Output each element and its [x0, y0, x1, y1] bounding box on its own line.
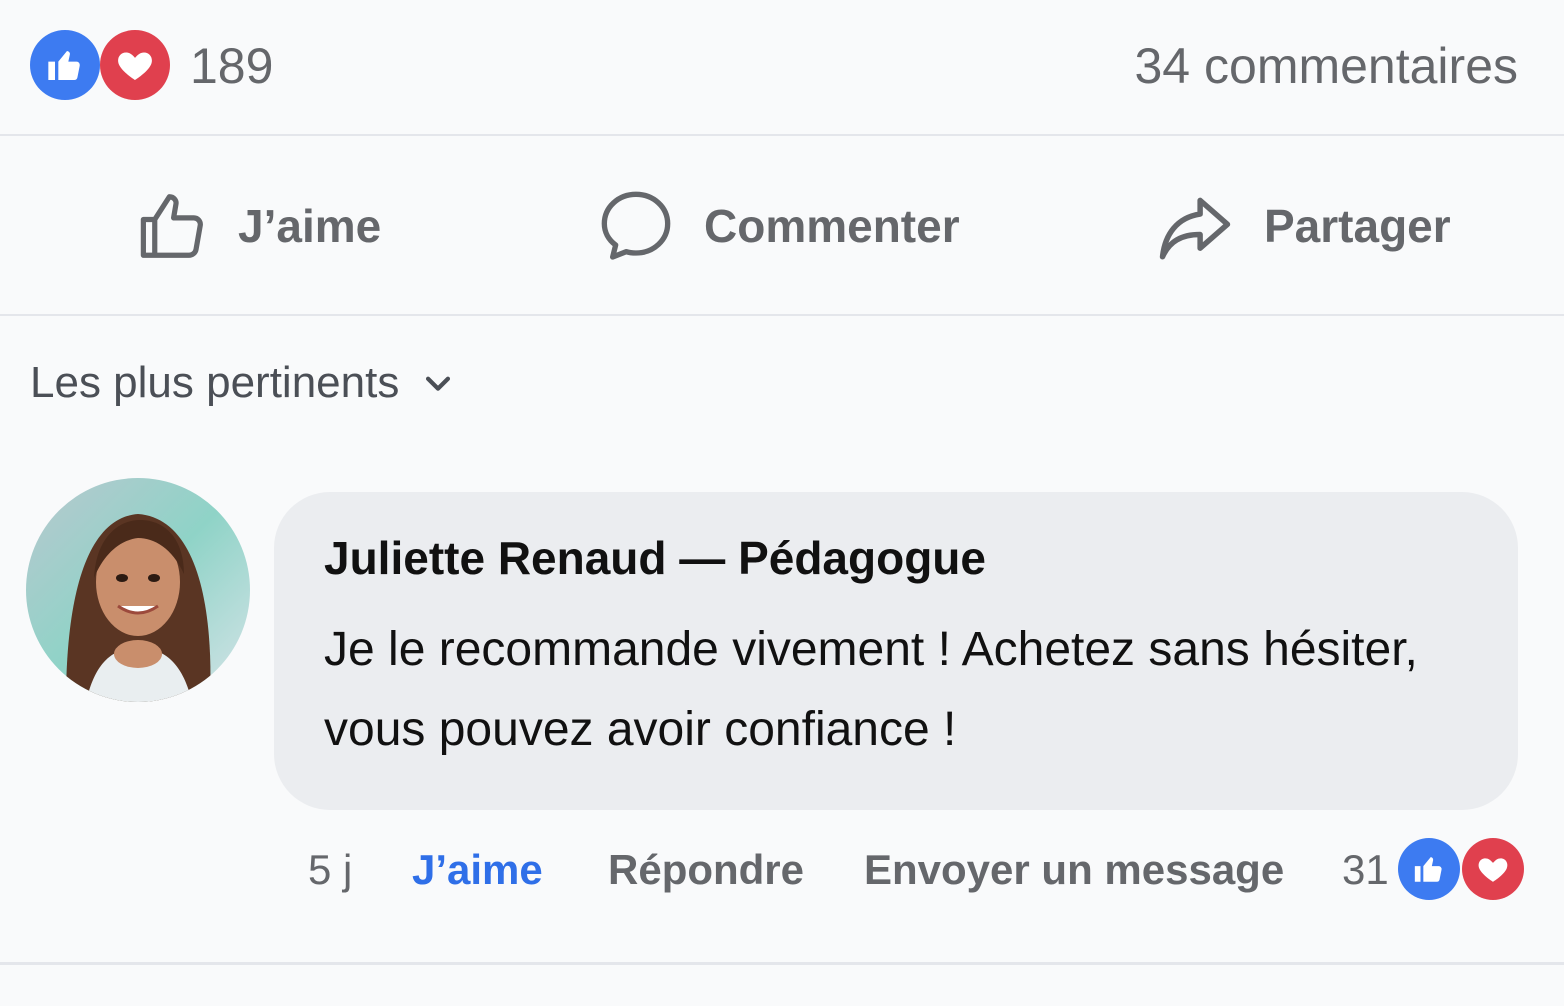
comment-text: Je le recommande vivement ! Achetez sans… [324, 623, 1418, 756]
chevron-down-icon [426, 376, 451, 391]
avatar-portrait [26, 478, 250, 702]
love-reaction-icon[interactable] [100, 30, 170, 100]
comment-button-label: Commenter [704, 200, 960, 252]
thumbs-up-icon [1414, 857, 1442, 882]
heart-icon [1478, 858, 1508, 882]
reaction-summary-bar: 189 34 commentaires [0, 0, 1564, 136]
comment-like-reaction-icon[interactable] [1398, 838, 1460, 900]
share-button-label: Partager [1264, 200, 1451, 252]
share-arrow-icon [1159, 197, 1231, 260]
like-button[interactable]: J’aime [132, 186, 381, 266]
like-button-label: J’aime [238, 200, 382, 252]
commenter-avatar[interactable] [26, 478, 250, 702]
thumbs-up-icon [48, 51, 80, 80]
comment-reply-button[interactable]: Répondre [608, 838, 804, 902]
comment-bubble: Juliette Renaud — Pédagogue Je le recomm… [274, 492, 1518, 810]
thumbs-up-icon [140, 194, 203, 258]
bottom-divider [0, 962, 1564, 965]
reaction-count[interactable]: 189 [190, 36, 273, 96]
comments-count-link[interactable]: 34 commentaires [1135, 36, 1519, 96]
sort-label: Les plus pertinents [30, 358, 400, 407]
comment-reaction-count[interactable]: 31 [1342, 838, 1389, 902]
send-message-button[interactable]: Envoyer un message [864, 838, 1284, 902]
comment-like-button[interactable]: J’aime [412, 838, 543, 902]
share-button[interactable]: Partager [1154, 186, 1451, 266]
heart-icon [118, 52, 152, 80]
comment-bubble-icon [601, 191, 671, 260]
post-action-bar: J’aime Commenter Partager [0, 138, 1564, 316]
comment-sort-dropdown[interactable]: Les plus pertinents [30, 358, 455, 408]
comment-timestamp[interactable]: 5 j [308, 838, 352, 902]
like-reaction-icon[interactable] [30, 30, 100, 100]
comment-button[interactable]: Commenter [596, 186, 960, 266]
comment-author[interactable]: Juliette Renaud — Pédagogue [324, 526, 1468, 590]
comment-love-reaction-icon[interactable] [1462, 838, 1524, 900]
